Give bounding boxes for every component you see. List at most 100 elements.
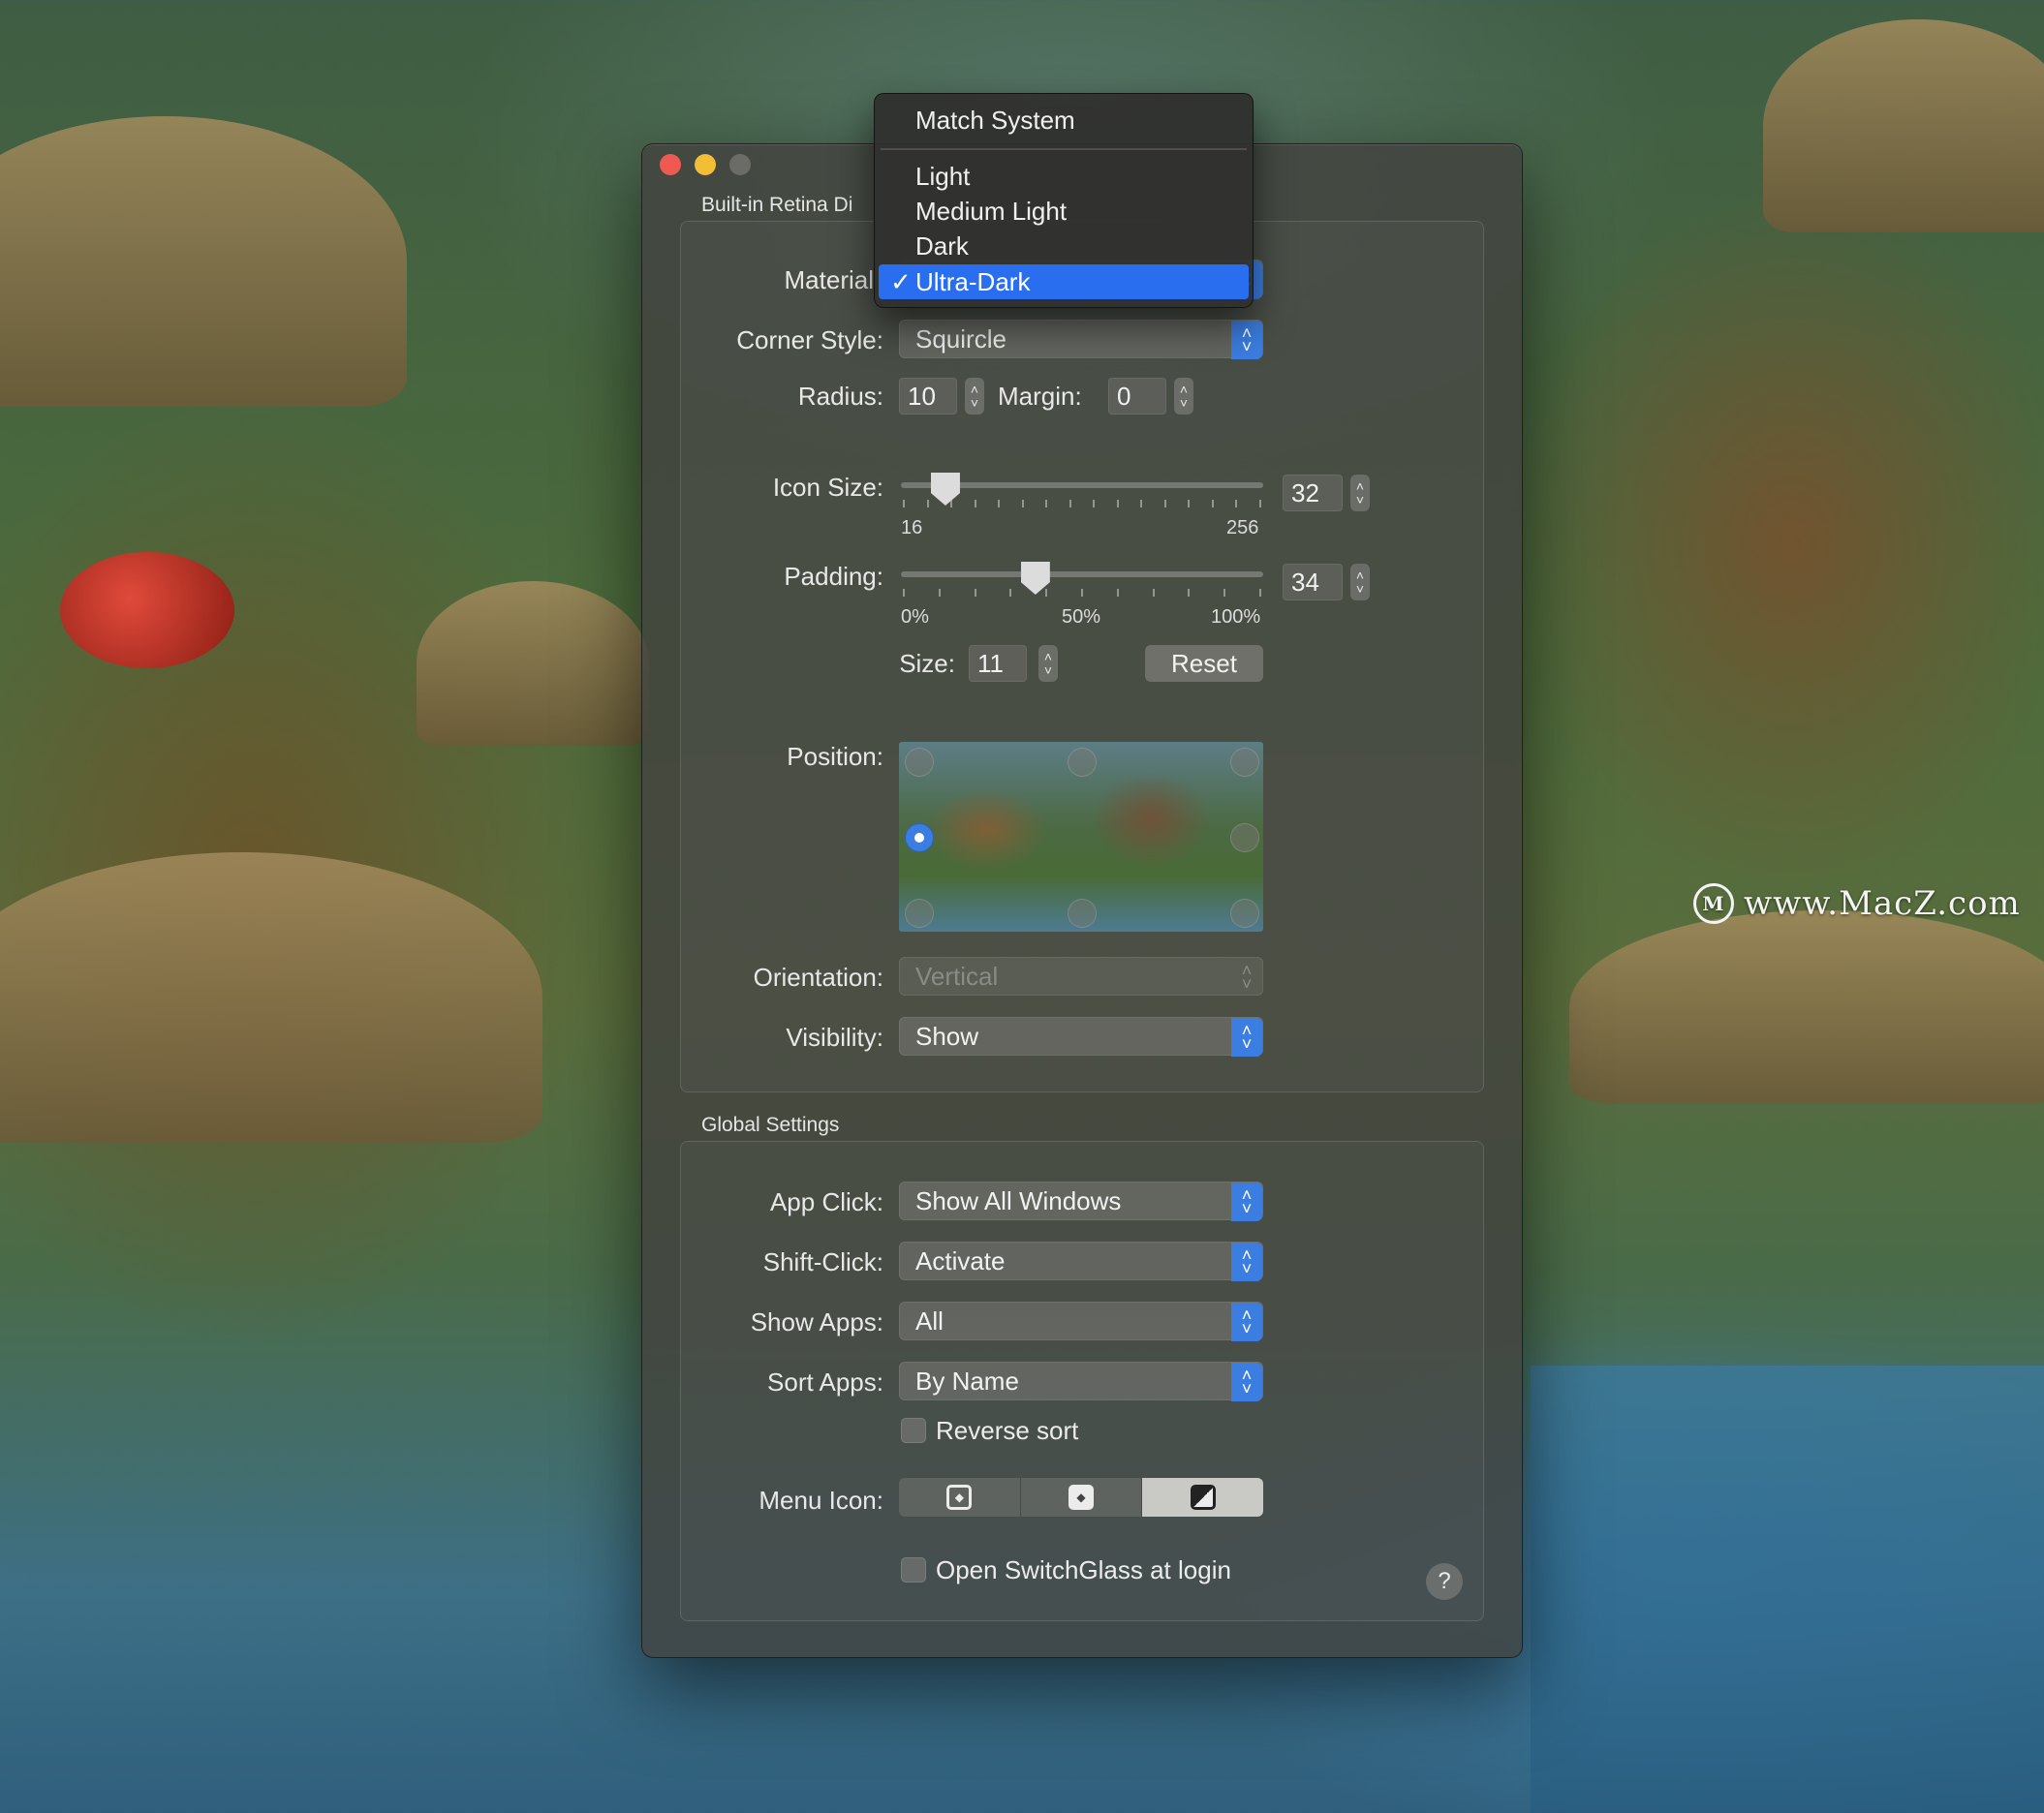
padding-slider-track[interactable] <box>901 571 1263 577</box>
visibility-label: Visibility: <box>786 1023 883 1052</box>
position-middle-right-radio[interactable] <box>1230 823 1259 852</box>
position-top-right-radio[interactable] <box>1230 748 1259 777</box>
watermark: M www.MacZ.com <box>1693 883 2021 924</box>
position-bottom-center-radio[interactable] <box>1068 899 1097 928</box>
menu-item-medium-light[interactable]: Medium Light <box>915 197 1067 227</box>
slider-tick <box>1081 589 1083 597</box>
background-hut-roof-left <box>0 116 407 407</box>
material-dropdown-menu: Match System Light Medium Light Dark ✓ U… <box>874 93 1254 308</box>
help-button[interactable]: ? <box>1426 1563 1463 1600</box>
margin-label: Margin: <box>998 382 1082 411</box>
zoom-window-button[interactable] <box>729 154 751 175</box>
visibility-popup[interactable]: Show ˄ ˅ <box>899 1017 1263 1057</box>
slider-tick <box>938 589 941 597</box>
background-water <box>1531 1366 2044 1813</box>
app-click-label: App Click: <box>769 1187 883 1216</box>
sort-apps-label: Sort Apps: <box>767 1367 883 1397</box>
size-label: Size: <box>899 649 955 678</box>
outline-diamond-icon: ◆ <box>946 1485 973 1510</box>
slider-tick <box>1188 500 1191 507</box>
size-stepper[interactable]: ˄ ˅ <box>1038 645 1058 682</box>
menu-icon-option-outline[interactable]: ◆ <box>899 1478 1021 1517</box>
orientation-popup: Vertical ˄ ˅ <box>899 957 1263 996</box>
slider-tick <box>974 589 976 597</box>
icon-size-max-label: 256 <box>1226 517 1259 538</box>
slider-tick <box>1140 500 1143 507</box>
slider-tick <box>1021 500 1024 507</box>
position-label: Position: <box>787 742 883 771</box>
radius-label: Radius: <box>797 382 883 411</box>
menu-item-ultra-dark[interactable]: ✓ Ultra-Dark <box>879 264 1249 299</box>
show-apps-label: Show Apps: <box>750 1307 883 1337</box>
slider-tick <box>1093 500 1096 507</box>
slider-tick <box>1235 500 1238 507</box>
chevron-updown-icon: ˄˅ <box>1231 1363 1262 1401</box>
open-at-login-checkbox[interactable] <box>901 1557 926 1583</box>
reset-button[interactable]: Reset <box>1145 645 1263 682</box>
background-hut-roof-right <box>1763 19 2044 232</box>
shift-click-popup[interactable]: Activate ˄ ˅ <box>899 1242 1263 1281</box>
position-top-center-radio[interactable] <box>1068 748 1097 777</box>
chevron-updown-icon: ˄˅ <box>1241 961 1253 994</box>
slider-tick <box>1211 500 1214 507</box>
slider-tick <box>1188 589 1191 597</box>
slider-tick <box>1163 500 1166 507</box>
chevron-updown-icon: ˄˅ <box>1231 1303 1262 1341</box>
position-middle-left-radio[interactable] <box>905 823 934 852</box>
margin-field[interactable]: 0 <box>1108 378 1166 415</box>
menu-item-light[interactable]: Light <box>915 162 970 192</box>
visibility-value: Show <box>915 1021 979 1051</box>
close-window-button[interactable] <box>660 154 681 175</box>
position-top-left-radio[interactable] <box>905 748 934 777</box>
background-hut-roof-right-lower <box>1569 910 2044 1104</box>
padding-tick-50: 50% <box>1062 606 1101 628</box>
padding-field[interactable]: 34 <box>1283 564 1343 600</box>
orientation-value: Vertical <box>915 961 999 991</box>
position-bottom-right-radio[interactable] <box>1230 899 1259 928</box>
slider-tick <box>926 500 929 507</box>
chevron-updown-icon: ˄˅ <box>1231 1018 1262 1057</box>
material-label: Material <box>784 265 874 294</box>
macz-logo-icon: M <box>1693 883 1734 924</box>
sort-apps-popup[interactable]: By Name ˄ ˅ <box>899 1362 1263 1401</box>
minimize-window-button[interactable] <box>695 154 716 175</box>
radius-stepper[interactable]: ˄ ˅ <box>965 378 984 415</box>
slider-tick <box>1045 500 1048 507</box>
slider-tick <box>998 500 1001 507</box>
padding-label: Padding: <box>784 562 883 591</box>
orientation-label: Orientation: <box>753 963 883 992</box>
corner-style-popup[interactable]: Squircle ˄ ˅ <box>899 320 1263 359</box>
icon-size-field[interactable]: 32 <box>1283 475 1343 511</box>
filled-diamond-icon: ◆ <box>1068 1485 1094 1510</box>
open-at-login-label: Open SwitchGlass at login <box>936 1555 1231 1584</box>
menu-icon-option-filled[interactable]: ◆ <box>1021 1478 1143 1517</box>
slider-tick <box>1223 589 1226 597</box>
chevron-updown-icon: ˄˅ <box>1231 321 1262 359</box>
global-group-title: Global Settings <box>701 1114 840 1136</box>
margin-stepper[interactable]: ˄ ˅ <box>1174 378 1193 415</box>
menu-icon-segmented-control[interactable]: ◆ ◆ <box>899 1478 1263 1517</box>
slider-tick <box>1045 589 1048 597</box>
show-apps-popup[interactable]: All ˄ ˅ <box>899 1302 1263 1341</box>
menu-icon-option-half[interactable] <box>1142 1478 1263 1517</box>
icon-size-stepper[interactable]: ˄ ˅ <box>1350 475 1370 511</box>
display-group-title: Built-in Retina Di <box>701 194 853 216</box>
background-lantern <box>60 552 234 668</box>
show-apps-value: All <box>915 1306 944 1336</box>
padding-stepper[interactable]: ˄ ˅ <box>1350 564 1370 600</box>
app-click-value: Show All Windows <box>915 1185 1122 1215</box>
slider-tick <box>1068 500 1071 507</box>
background-hut-roof-left-lower <box>0 852 542 1143</box>
app-click-popup[interactable]: Show All Windows ˄ ˅ <box>899 1182 1263 1221</box>
slider-tick <box>903 500 905 507</box>
position-bottom-left-radio[interactable] <box>905 899 934 928</box>
chevron-updown-icon: ˄˅ <box>1231 1243 1262 1281</box>
sort-apps-value: By Name <box>915 1366 1019 1396</box>
shift-click-label: Shift-Click: <box>762 1247 883 1276</box>
menu-item-dark[interactable]: Dark <box>915 231 969 261</box>
reverse-sort-checkbox[interactable] <box>901 1418 926 1443</box>
menu-item-match-system[interactable]: Match System <box>915 106 1075 136</box>
slider-tick <box>1116 500 1119 507</box>
radius-field[interactable]: 10 <box>899 378 957 415</box>
size-field[interactable]: 11 <box>969 645 1027 682</box>
